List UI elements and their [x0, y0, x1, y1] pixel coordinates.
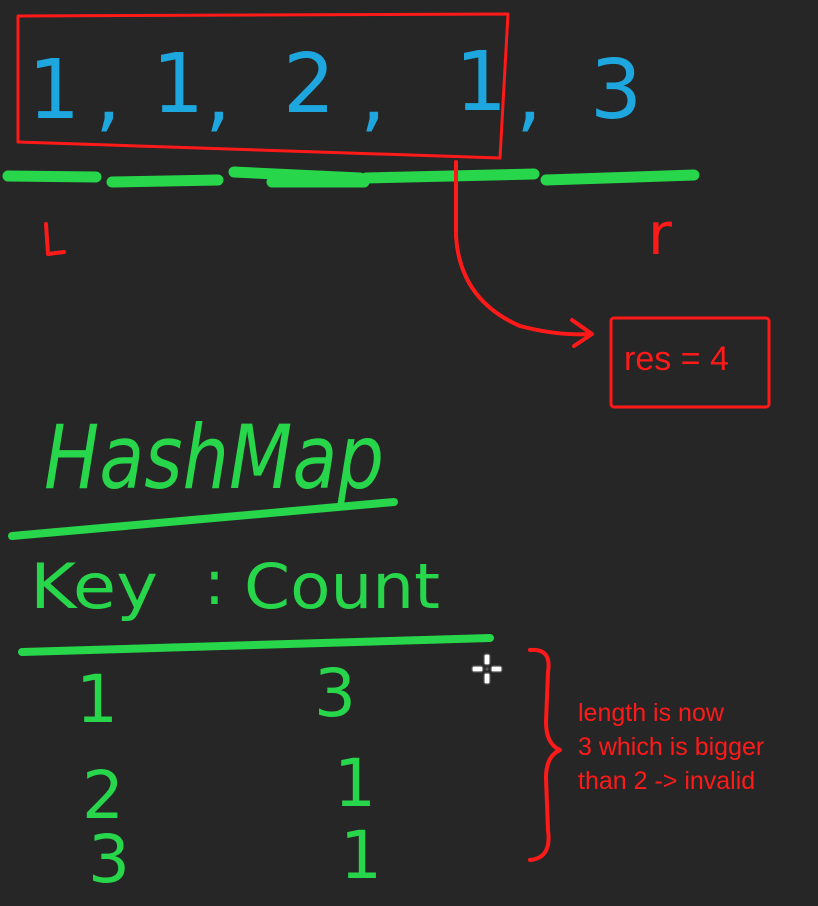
hashmap-title: HashMap [44, 406, 384, 509]
key-header: Key [30, 550, 158, 623]
left-pointer: L [44, 222, 66, 256]
array-value: 1 [28, 43, 80, 138]
move-crosshair-icon [471, 653, 503, 685]
result-arrow [454, 160, 594, 348]
note-line: 3 which is bigger [578, 733, 765, 761]
window-box [16, 12, 510, 160]
hashmap-rows: 1 3 2 1 3 1 [76, 655, 382, 898]
hashmap-header-underline [18, 634, 494, 656]
hashmap-header: Key : Count [30, 546, 440, 623]
right-pointer-label: r [648, 200, 672, 268]
row-count: 1 [340, 817, 382, 894]
array-underlines [2, 166, 700, 188]
array-value: 1 [152, 37, 204, 132]
row-count: 1 [334, 745, 376, 822]
row-key: 3 [88, 821, 130, 898]
array-value: 2 [283, 37, 335, 132]
row-count: 3 [314, 655, 356, 732]
note-line: than 2 -> invalid [578, 767, 756, 795]
array-separator: , [95, 47, 121, 142]
right-pointer: r [648, 200, 672, 268]
header-separator: : [204, 546, 225, 619]
curly-brace [528, 647, 562, 862]
invalid-note: length is now 3 which is bigger than 2 -… [578, 696, 813, 798]
result-text: res = 4 [624, 340, 729, 378]
whiteboard-canvas: 1 1 2 1 3 , , , , L r res = 4 HashMap Ke… [0, 0, 818, 906]
array-separator: , [516, 47, 542, 142]
table-row: 1 3 [76, 655, 356, 738]
array-value: 1 [455, 35, 507, 130]
array-value: 3 [590, 43, 642, 138]
row-key: 1 [76, 661, 118, 738]
array-separator: , [360, 47, 386, 142]
array-separator: , [205, 47, 231, 142]
count-header: Count [244, 550, 440, 623]
table-row: 3 1 [88, 817, 382, 898]
note-line: length is now [578, 699, 724, 727]
